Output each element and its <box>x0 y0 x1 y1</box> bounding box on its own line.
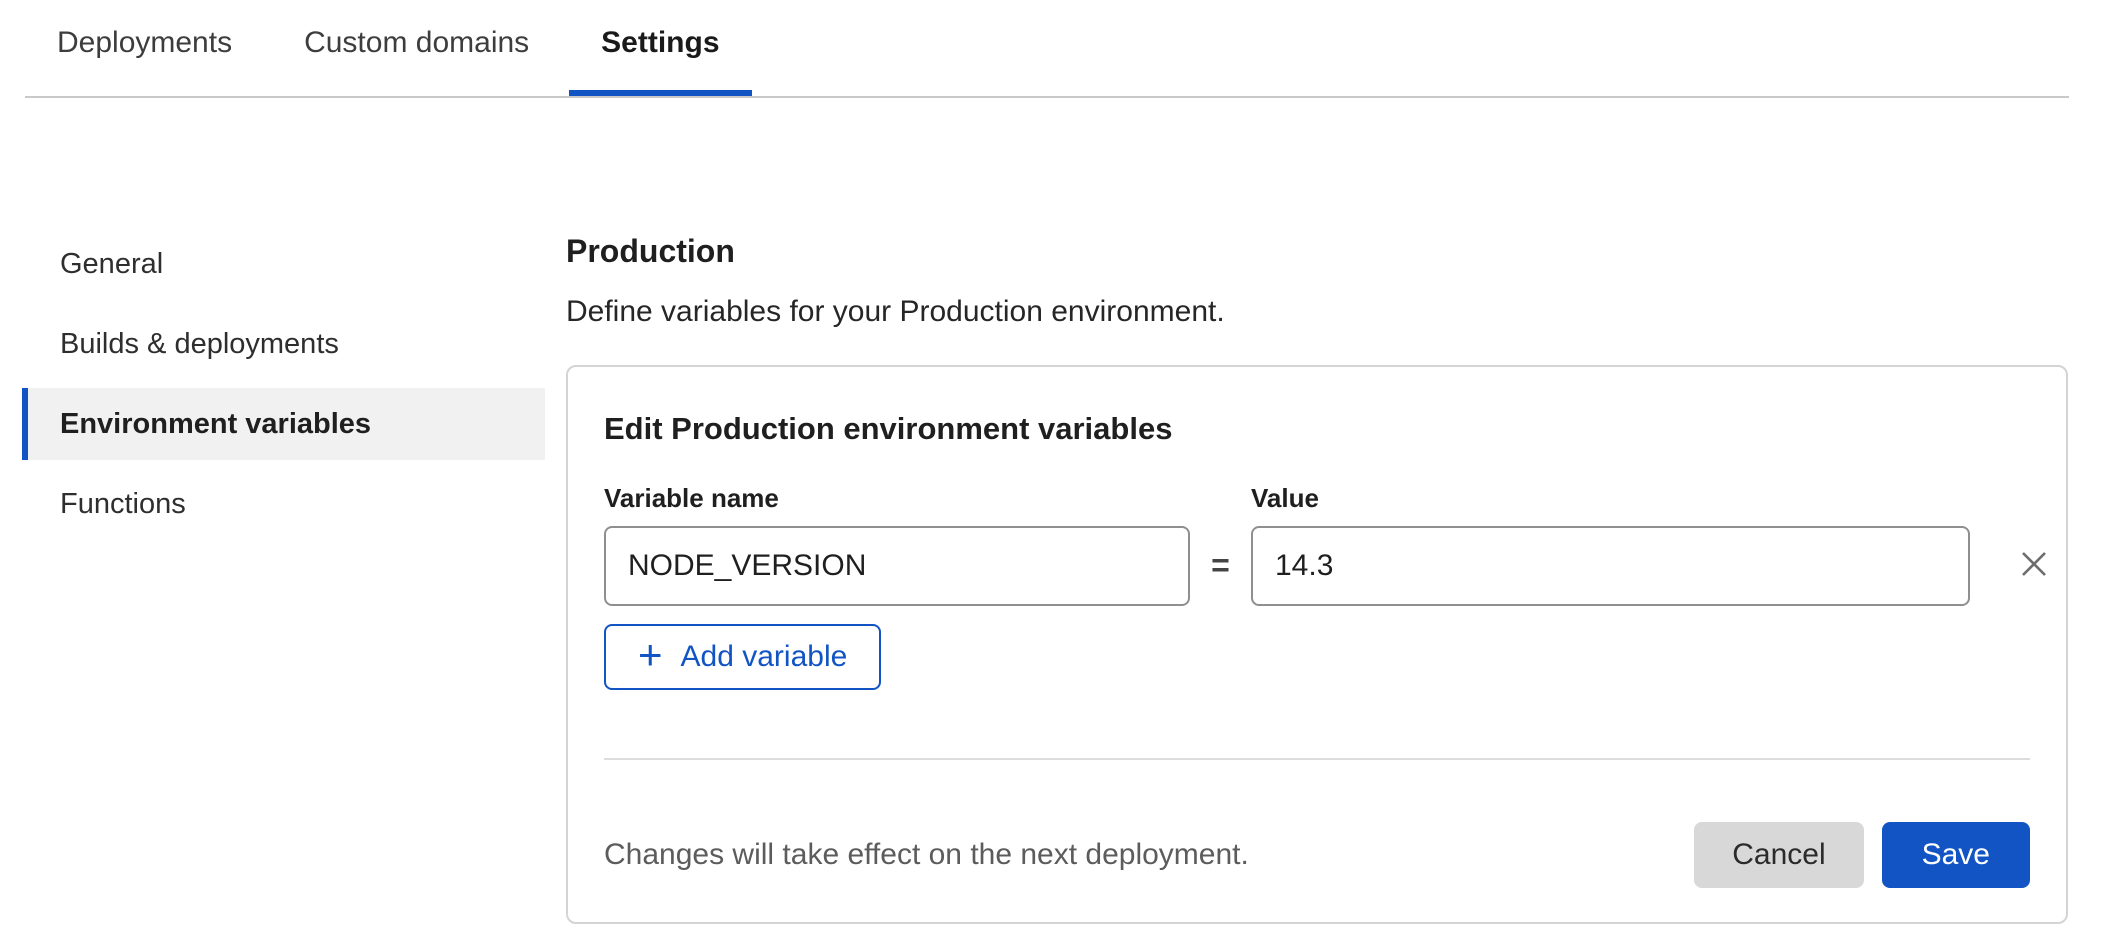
tab-deployments[interactable]: Deployments <box>25 0 264 96</box>
variable-name-input[interactable] <box>604 526 1190 606</box>
section-description: Define variables for your Production env… <box>566 295 2068 329</box>
add-variable-button[interactable]: + Add variable <box>604 624 881 690</box>
tab-settings[interactable]: Settings <box>569 0 751 96</box>
sidebar-item-label: General <box>60 248 163 281</box>
section-title: Production <box>566 228 2068 269</box>
tab-bar: Deployments Custom domains Settings <box>25 0 2069 98</box>
settings-sidebar: General Builds & deployments Environment… <box>22 228 545 924</box>
variable-value-input[interactable] <box>1251 526 1970 606</box>
sidebar-item-builds-deployments[interactable]: Builds & deployments <box>22 308 545 380</box>
pages-project-settings-page: Deployments Custom domains Settings Gene… <box>0 0 2121 924</box>
tab-label: Custom domains <box>304 26 529 59</box>
cancel-button[interactable]: Cancel <box>1694 822 1863 888</box>
sidebar-item-label: Functions <box>60 488 186 521</box>
tab-label: Settings <box>601 26 719 59</box>
environment-variables-card: Edit Production environment variables Va… <box>566 365 2068 924</box>
close-icon <box>2018 548 2050 583</box>
equals-separator: = <box>1190 547 1251 584</box>
card-footer: Changes will take effect on the next dep… <box>604 822 2030 888</box>
tab-label: Deployments <box>57 26 232 59</box>
settings-main-panel: Production Define variables for your Pro… <box>566 228 2068 924</box>
sidebar-item-general[interactable]: General <box>22 228 545 300</box>
sidebar-item-label: Environment variables <box>60 408 371 441</box>
variable-row: Variable name Value = <box>604 483 2030 606</box>
card-heading: Edit Production environment variables <box>604 411 2030 447</box>
sidebar-item-functions[interactable]: Functions <box>22 468 545 540</box>
footer-note: Changes will take effect on the next dep… <box>604 838 1249 872</box>
plus-icon: + <box>638 634 663 676</box>
footer-actions: Cancel Save <box>1694 822 2030 888</box>
tab-custom-domains[interactable]: Custom domains <box>272 0 561 96</box>
add-variable-label: Add variable <box>681 640 848 674</box>
remove-variable-button[interactable] <box>2016 548 2052 584</box>
sidebar-item-environment-variables[interactable]: Environment variables <box>22 388 545 460</box>
sidebar-item-label: Builds & deployments <box>60 328 339 361</box>
variable-name-label: Variable name <box>604 483 1190 514</box>
card-divider <box>604 758 2030 760</box>
settings-content: General Builds & deployments Environment… <box>0 228 2121 924</box>
value-label: Value <box>1251 483 1970 514</box>
save-button[interactable]: Save <box>1882 822 2030 888</box>
